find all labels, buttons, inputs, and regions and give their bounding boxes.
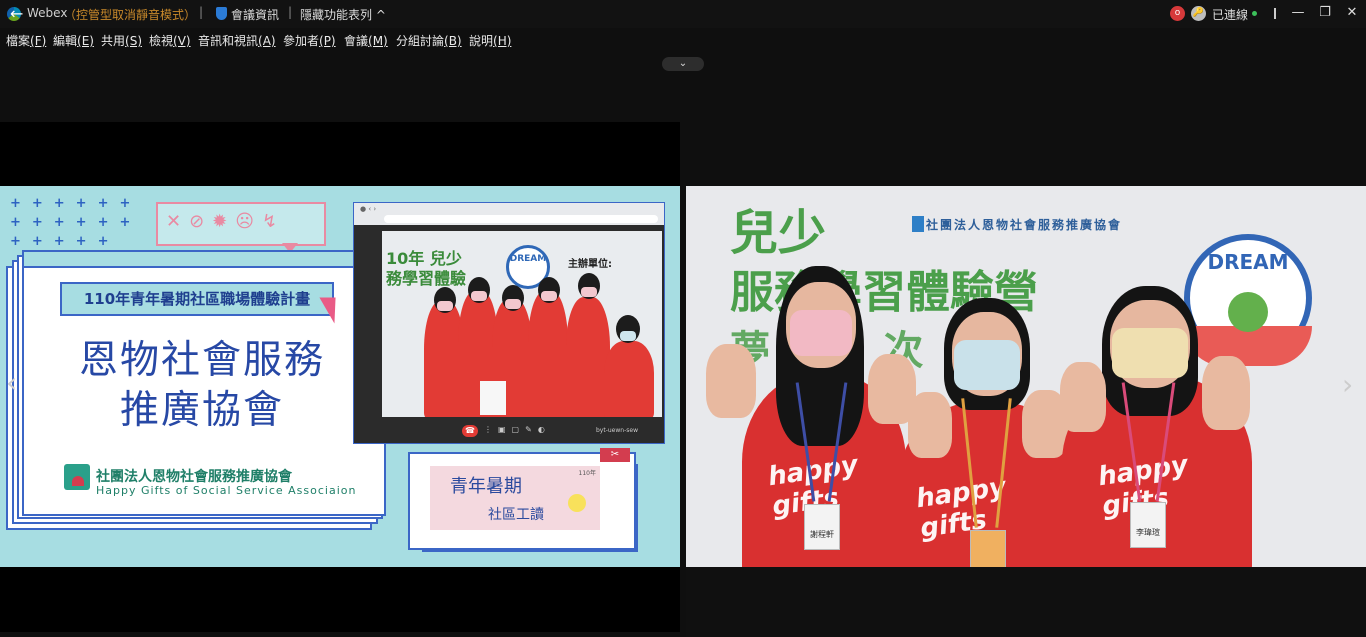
mask xyxy=(471,291,487,301)
org-logo-icon xyxy=(64,464,90,490)
dream-logo-icon: DREAM xyxy=(1184,234,1312,366)
restore-button[interactable]: ❐ xyxy=(1312,3,1338,23)
browser-chrome: ● ‹ › xyxy=(354,203,664,225)
menu-share[interactable]: 共用(S) xyxy=(101,32,142,49)
menu-bar: 檔案(F) 編輯(E) 共用(S) 檢視(V) 音訊和視訊(A) 參加者(P) … xyxy=(0,28,1366,52)
participant-video: 兒少 服務學習體驗營 夢 N 次 社團法人恩物社會服務推廣協會 DREAM ha… xyxy=(686,186,1366,567)
mask xyxy=(505,299,521,309)
menu-participants[interactable]: 參加者(P) xyxy=(283,32,336,49)
embedded-sponsor: 主辦單位: xyxy=(568,259,612,270)
connection-status: 已連線 xyxy=(1212,8,1249,22)
mute-mode-label: （控管型取消靜音模式） xyxy=(64,8,197,22)
mask xyxy=(1112,328,1188,378)
separator: | xyxy=(199,5,204,19)
embedded-meeting-id: byt-uewn-sew xyxy=(596,427,638,434)
menu-meeting[interactable]: 會議(M) xyxy=(344,32,388,49)
mask xyxy=(541,291,557,301)
hide-menu-button[interactable]: 隱藏功能表列 ^ xyxy=(300,6,386,23)
youth-banner: 青年暑期 社區工讀 110年 xyxy=(430,466,600,530)
youth-card: ✂ 青年暑期 社區工讀 110年 xyxy=(408,448,636,550)
plus-pattern: ++++++ ++++++ +++++ xyxy=(10,196,142,249)
browser-nav-icons: ● ‹ › xyxy=(360,205,377,213)
prev-arrow-icon[interactable]: ‹ xyxy=(6,366,17,399)
youth-subtitle: 社區工讀 xyxy=(488,507,544,523)
person xyxy=(604,341,654,417)
hand xyxy=(1060,362,1106,432)
name-badge xyxy=(970,530,1006,567)
mask xyxy=(437,301,453,311)
lock-icon[interactable]: 🔑 xyxy=(1191,6,1206,21)
certificate xyxy=(480,381,506,415)
title-bar: ← Webex （控管型取消靜音模式） | 會議資訊 | 隱藏功能表列 ^ o … xyxy=(0,0,1366,28)
shared-slide: +++++++++++++++++ ✕⊘✹☹↯ ✕ 110年青年暑期社區職場體驗… xyxy=(0,186,680,567)
menu-help[interactable]: 說明(H) xyxy=(469,32,511,49)
menu-audio-video[interactable]: 音訊和視訊(A) xyxy=(198,32,276,49)
record-icon[interactable]: o xyxy=(1170,6,1185,21)
wall-text-line1: 兒少 xyxy=(730,205,827,261)
org-name-big: 恩物社會服務 推廣協會 xyxy=(78,338,325,433)
shield-icon xyxy=(216,7,227,20)
bottom-strip xyxy=(686,567,1366,637)
person xyxy=(528,291,568,417)
embedded-screenshot: ● ‹ › 10年 兒少 務學習體驗 DREAM 主辦單位: ☎ ⋮▣▢✎◐ b… xyxy=(353,202,665,444)
hang-up-icon: ☎ xyxy=(462,425,478,437)
separator: | xyxy=(288,5,293,19)
scissors-icon: ✂ xyxy=(600,448,630,462)
back-arrow-icon[interactable]: ← xyxy=(10,4,23,23)
youth-title: 青年暑期 xyxy=(450,476,522,497)
hand xyxy=(908,392,952,458)
lightbulb-icon xyxy=(568,494,586,512)
card-header: ✕ xyxy=(24,252,384,268)
collapse-chevron-icon[interactable]: ⌄ xyxy=(662,57,704,71)
org-card: ✕ 110年青年暑期社區職場體驗計畫 恩物社會服務 推廣協會 社團法人恩物社會服… xyxy=(22,250,386,516)
hand xyxy=(1202,356,1250,430)
menu-edit[interactable]: 編輯(E) xyxy=(53,32,94,49)
emotion-icons: ✕⊘✹☹↯ xyxy=(166,211,286,232)
menu-view[interactable]: 檢視(V) xyxy=(149,32,191,49)
next-arrow-icon[interactable]: › xyxy=(1342,368,1353,401)
divider xyxy=(1274,8,1276,19)
app-name: Webex xyxy=(27,6,68,20)
org-full-name-zh: 社團法人恩物社會服務推廣協會 xyxy=(96,469,292,485)
menu-breakout[interactable]: 分組討論(B) xyxy=(396,32,462,49)
connected-dot-icon xyxy=(1252,11,1257,16)
control-icons: ⋮▣▢✎◐ xyxy=(484,425,551,434)
browser-url-bar xyxy=(384,215,658,223)
wall-org-name: 社團法人恩物社會服務推廣協會 xyxy=(926,218,1123,232)
mask xyxy=(954,340,1020,390)
minimize-button[interactable]: — xyxy=(1285,3,1311,23)
dream-ring xyxy=(1184,326,1312,366)
plan-title: 110年青年暑期社區職場體驗計畫 xyxy=(60,282,334,316)
embedded-wall-text: 10年 兒少 務學習體驗 xyxy=(386,249,467,288)
embedded-controls: ☎ ⋮▣▢✎◐ byt-uewn-sew xyxy=(354,421,664,443)
meeting-info-button[interactable]: 會議資訊 xyxy=(231,6,279,23)
mask xyxy=(581,287,597,297)
close-button[interactable]: ✕ xyxy=(1339,3,1365,23)
mask xyxy=(790,310,852,356)
menu-file[interactable]: 檔案(F) xyxy=(6,32,46,49)
mask xyxy=(620,331,636,341)
org-flag-icon xyxy=(912,216,924,232)
name-badge: 李瑋瑄 xyxy=(1130,502,1166,548)
embedded-video: 10年 兒少 務學習體驗 DREAM 主辦單位: xyxy=(382,231,662,417)
speech-bubble: ✕⊘✹☹↯ xyxy=(156,202,326,246)
hand xyxy=(706,344,756,418)
dream-text: DREAM xyxy=(1207,250,1289,274)
org-full-name-en: Happy Gifts of Social Service Associaion xyxy=(96,484,357,497)
youth-badge: 110年 xyxy=(578,470,596,477)
name-badge: 謝程軒 xyxy=(804,504,840,550)
sprout-icon xyxy=(1228,292,1268,332)
